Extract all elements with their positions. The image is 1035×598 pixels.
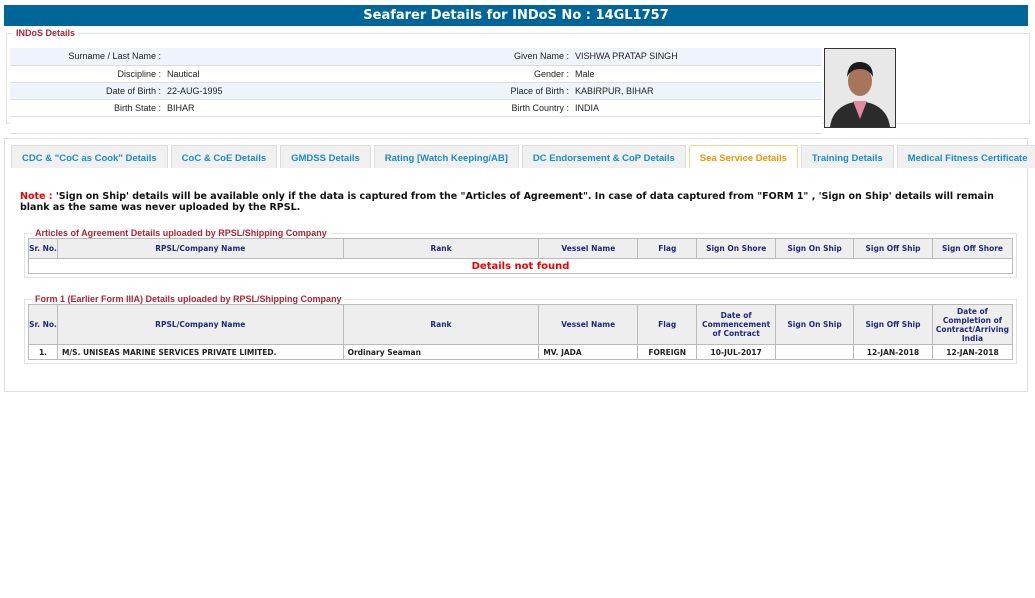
column-header: Sr. No. [28, 304, 58, 345]
note-text: Note : 'Sign on Ship' details will be av… [20, 191, 1020, 213]
column-header: Date of Completion of Contract/Arriving … [931, 304, 1014, 345]
aoa-table: Sr. No. RPSL/Company Name Rank Vessel Name F… [28, 238, 1014, 274]
tab-gmdss-details[interactable]: GMDSS Details [280, 145, 371, 168]
tab-coc-coe-details[interactable]: CoC & CoE Details [170, 145, 278, 168]
field-label: Gender : [415, 65, 573, 83]
column-header: RPSL/Company Name [56, 238, 344, 259]
tab-medical-fitness-certificate[interactable]: Medical Fitness Certificate [896, 145, 1035, 168]
indos-row: Discipline : Nautical Gender : Male [10, 65, 822, 83]
tab-dc-endorsement-cop-details[interactable]: DC Endorsement & CoP Details [521, 145, 686, 168]
column-header: RPSL/Company Name [56, 304, 344, 345]
field-label: Birth Country : [415, 99, 573, 117]
aoa-section: Articles of Agreement Details uploaded b… [24, 228, 1017, 278]
seafarer-photo [824, 48, 896, 128]
column-header: Flag [637, 304, 698, 345]
field-label: Discipline : [10, 65, 165, 83]
table-cell: MV. JADA [538, 344, 639, 360]
column-header: Sign On Ship [775, 238, 855, 259]
field-value: VISHWA PRATAP SINGH [573, 48, 822, 66]
column-header: Sign On Shore [696, 238, 777, 259]
field-value: BIHAR [165, 99, 415, 117]
column-header: Rank [342, 238, 540, 259]
field-label: Surname / Last Name : [10, 48, 165, 66]
tab-training-details[interactable]: Training Details [800, 145, 894, 168]
field-label: Given Name : [415, 48, 573, 66]
table-cell: Ordinary Seaman [342, 344, 540, 360]
column-header: Flag [637, 238, 698, 259]
column-header: Sign Off Ship [853, 238, 933, 259]
field-value: 22-AUG-1995 [165, 82, 415, 100]
table-cell: M/S. UNISEAS MARINE SERVICES PRIVATE LIM… [56, 344, 344, 360]
indos-table: Surname / Last Name : Given Name : VISHWA … [10, 48, 822, 134]
column-header: Sign Off Shore [931, 238, 1014, 259]
tab-sea-service-details[interactable]: Sea Service Details [688, 145, 798, 168]
column-header: Date of Commencement of Contract [696, 304, 777, 345]
column-header: Rank [342, 304, 540, 345]
column-header: Vessel Name [538, 304, 639, 345]
field-value: Male [573, 65, 822, 83]
tab-bar: CDC & "CoC as Cook" Details CoC & CoE Det… [11, 145, 1035, 168]
table-cell: 12-JAN-2018 [931, 344, 1014, 360]
note-body: 'Sign on Ship' details will be available… [20, 191, 994, 213]
table-cell: FOREIGN [637, 344, 698, 360]
form1-section: Form 1 (Earlier Form IIIA) Details uploa… [24, 294, 1017, 364]
column-header: Vessel Name [538, 238, 639, 259]
column-header: Sign Off Ship [853, 304, 933, 345]
details-panel: CDC & "CoC as Cook" Details CoC & CoE Det… [4, 138, 1035, 392]
form1-table: Sr. No. RPSL/Company Name Rank Vessel Name F… [28, 304, 1014, 360]
column-header: Sign On Ship [775, 304, 855, 345]
field-label: Date of Birth : [10, 82, 165, 100]
table-cell [775, 344, 855, 360]
field-value [165, 48, 415, 66]
indos-row: Birth State : BIHAR Birth Country : INDIA [10, 99, 822, 117]
indos-details: INDoS Details Surname / Last Name : Given… [6, 28, 1030, 134]
field-value: Nautical [165, 65, 415, 83]
tab-cdc-coc-as-cook-details[interactable]: CDC & "CoC as Cook" Details [11, 145, 168, 168]
indos-row: Date of Birth :22-AUG-1995 Place of Birth… [10, 82, 822, 100]
field-value: KABIRPUR, BIHAR [573, 82, 822, 100]
field-label: Place of Birth : [415, 82, 573, 100]
page-title: Seafarer Details for INDoS No : 14GL1757 [4, 5, 1028, 26]
field-label: Birth State : [10, 99, 165, 117]
empty-message: Details not found [28, 258, 1013, 274]
field-value: INDIA [573, 99, 822, 117]
note-label: Note : [20, 191, 53, 202]
table-cell: 12-JAN-2018 [853, 344, 933, 360]
indos-legend: INDoS Details [16, 28, 76, 38]
table-cell: 1. [28, 344, 58, 360]
table-cell: 10-JUL-2017 [696, 344, 777, 360]
column-header: Sr. No. [28, 238, 58, 259]
form1-legend: Form 1 (Earlier Form IIIA) Details uploa… [35, 294, 342, 304]
aoa-legend: Articles of Agreement Details uploaded b… [35, 228, 327, 238]
table-row: 1. M/S. UNISEAS MARINE SERVICES PRIVATE L… [28, 344, 1014, 360]
indos-row: Surname / Last Name : Given Name : VISHWA … [10, 48, 822, 66]
tab-rating-watch-keeping-ab[interactable]: Rating [Watch Keeping/AB] [373, 145, 519, 168]
